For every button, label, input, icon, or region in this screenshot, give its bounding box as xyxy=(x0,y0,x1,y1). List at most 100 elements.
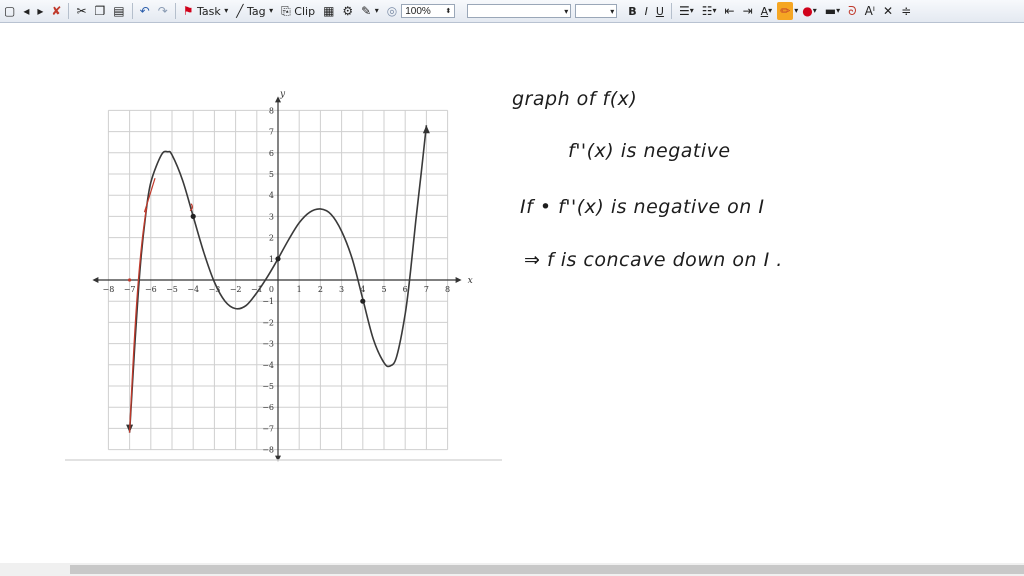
redo-button[interactable]: ↷ xyxy=(155,2,171,20)
y-tick-label: −8 xyxy=(262,446,274,455)
forward-button[interactable]: ▸ xyxy=(34,2,46,20)
new-page-button[interactable]: ▢ xyxy=(1,2,18,20)
chevron-down-icon: ▾ xyxy=(564,6,569,16)
y-tick-label: 7 xyxy=(269,128,274,137)
highlighter-icon: ✏ xyxy=(780,4,791,18)
line-weight-icon: ▬ xyxy=(824,4,837,18)
font-name-select[interactable]: ▾ xyxy=(467,4,572,18)
indent-button[interactable]: ⇥ xyxy=(740,2,756,20)
undo-button[interactable]: ↶ xyxy=(137,2,153,20)
x-tick-label: 5 xyxy=(381,285,386,294)
x-tick-label: 2 xyxy=(318,285,323,294)
text-size-button[interactable]: A ▾ xyxy=(758,2,776,20)
toolbar-divider xyxy=(670,3,672,19)
copy-button[interactable]: ❐ xyxy=(92,2,109,20)
marked-point xyxy=(275,256,281,262)
underline-button[interactable]: U xyxy=(653,2,667,20)
undo-icon: ↶ xyxy=(139,4,150,18)
toolbar-divider xyxy=(68,3,70,19)
color-icon: ● xyxy=(802,4,813,18)
x-tick-label: 1 xyxy=(297,285,302,294)
chevron-down-icon: ▾ xyxy=(836,6,841,15)
y-tick-label: −4 xyxy=(262,361,274,370)
chevron-down-icon[interactable]: ▾ xyxy=(794,7,798,15)
x-tick-label: 6 xyxy=(403,285,408,294)
toolbar-divider xyxy=(174,3,176,19)
close-button[interactable]: ✕ xyxy=(880,2,896,20)
graph-figure: −8 −7 −6 −5 −4 −3 −2 −1 1 2 3 4 5 6 7 8−8−7−6−5−4−3−2−1… xyxy=(92,89,473,462)
back-button[interactable]: ◂ xyxy=(20,2,32,20)
split-button[interactable]: ≑ xyxy=(898,2,914,20)
clear-format-icon: Aᴵ xyxy=(864,4,875,18)
lasso-icon: ᘐ xyxy=(848,4,857,18)
close-icon: ✕ xyxy=(883,4,894,18)
text-size-label: A xyxy=(760,4,769,18)
line-weight-button[interactable]: ▬ ▾ xyxy=(822,2,843,20)
chevron-down-icon: ▾ xyxy=(689,6,694,15)
marked-point xyxy=(190,213,196,219)
clip-label: Clip xyxy=(294,4,316,18)
split-icon: ≑ xyxy=(901,4,912,18)
clip-icon: ⎘ xyxy=(281,4,291,18)
copy-icon: ❐ xyxy=(94,4,106,18)
highlight-button[interactable]: ✏ xyxy=(777,2,794,20)
paste-button[interactable]: ▤ xyxy=(110,2,127,20)
spinner-icon: ⬍ xyxy=(445,8,452,15)
x-tick-label: 8 xyxy=(445,285,450,294)
clear-format-button[interactable]: Aᴵ xyxy=(862,2,878,20)
red-dot xyxy=(128,278,132,282)
horizontal-scrollbar[interactable] xyxy=(0,563,1024,576)
y-tick-label: −5 xyxy=(262,382,274,391)
chevron-down-icon: ▾ xyxy=(812,6,817,15)
zoom-icon: ◎ xyxy=(386,4,398,18)
bullet-list-icon: ☰ xyxy=(678,4,690,18)
indent-icon: ⇥ xyxy=(742,4,753,18)
redo-icon: ↷ xyxy=(157,4,168,18)
note-line-1: graph of f(x) xyxy=(512,88,637,110)
note-line-4: ⇒ f is concave down on I . xyxy=(524,249,783,271)
attach-button[interactable]: ⚙ xyxy=(339,2,356,20)
numbering-button[interactable]: ☷ ▾ xyxy=(699,2,720,20)
y-tick-label: −1 xyxy=(262,297,274,306)
cut-button[interactable]: ✂ xyxy=(73,2,89,20)
outdent-button[interactable]: ⇤ xyxy=(722,2,738,20)
delete-button[interactable]: ✘ xyxy=(48,2,64,20)
zoom-value: 100% xyxy=(405,5,431,17)
y-tick-label: −6 xyxy=(262,403,274,412)
zoom-input[interactable]: 100% ⬍ xyxy=(401,4,456,18)
italic-button[interactable]: I xyxy=(642,2,651,20)
tag-button[interactable]: ╱ Tag ▾ xyxy=(233,2,276,20)
y-tick-label: 6 xyxy=(269,149,274,158)
y-tick-label: 5 xyxy=(269,170,274,179)
y-tick-label: 1 xyxy=(269,255,274,264)
x-tick-label: 3 xyxy=(339,285,344,294)
pen-nib-icon: ✎ xyxy=(361,4,372,18)
font-size-select[interactable]: ▾ xyxy=(575,4,618,18)
x-tick-label: −8 xyxy=(103,285,115,294)
note-canvas[interactable]: −8 −7 −6 −5 −4 −3 −2 −1 1 2 3 4 5 6 7 8−8−7−6−5−4−3−2−1… xyxy=(0,23,1024,563)
toolbar: ▢ ◂ ▸ ✘ ✂ ❐ ▤ ↶ ↷ ⚑ Task ▾ ╱ Tag ▾ ⎘ Cli… xyxy=(0,0,1024,23)
y-tick-label: 8 xyxy=(269,106,274,115)
chevron-down-icon: ▾ xyxy=(224,6,229,15)
lasso-button[interactable]: ᘐ xyxy=(845,2,859,20)
task-button[interactable]: ⚑ Task ▾ xyxy=(180,2,232,20)
y-tick-label: −3 xyxy=(262,340,274,349)
ink-button[interactable]: ✎ ▾ xyxy=(358,2,382,20)
x-tick-label: −5 xyxy=(166,285,178,294)
toolbar-divider xyxy=(131,3,133,19)
bold-button[interactable]: B xyxy=(625,2,639,20)
font-color-button[interactable]: ● ▾ xyxy=(799,2,820,20)
scrollbar-thumb[interactable] xyxy=(70,565,1024,574)
x-axis-arrow xyxy=(455,277,462,283)
zoom-reset-button[interactable]: ◎ xyxy=(384,2,400,20)
chevron-down-icon: ▾ xyxy=(610,6,615,16)
bullets-button[interactable]: ☰ ▾ xyxy=(676,2,697,20)
y-axis-label: y xyxy=(279,89,286,99)
clip-button[interactable]: ⎘ Clip xyxy=(278,2,318,20)
table-button[interactable]: ▦ xyxy=(320,2,337,20)
x-axis-arrow xyxy=(92,277,99,283)
pen-icon: ╱ xyxy=(236,4,244,18)
chevron-down-icon: ▾ xyxy=(374,6,379,15)
x-tick-label: −4 xyxy=(187,285,199,294)
y-tick-label: 4 xyxy=(269,191,274,200)
